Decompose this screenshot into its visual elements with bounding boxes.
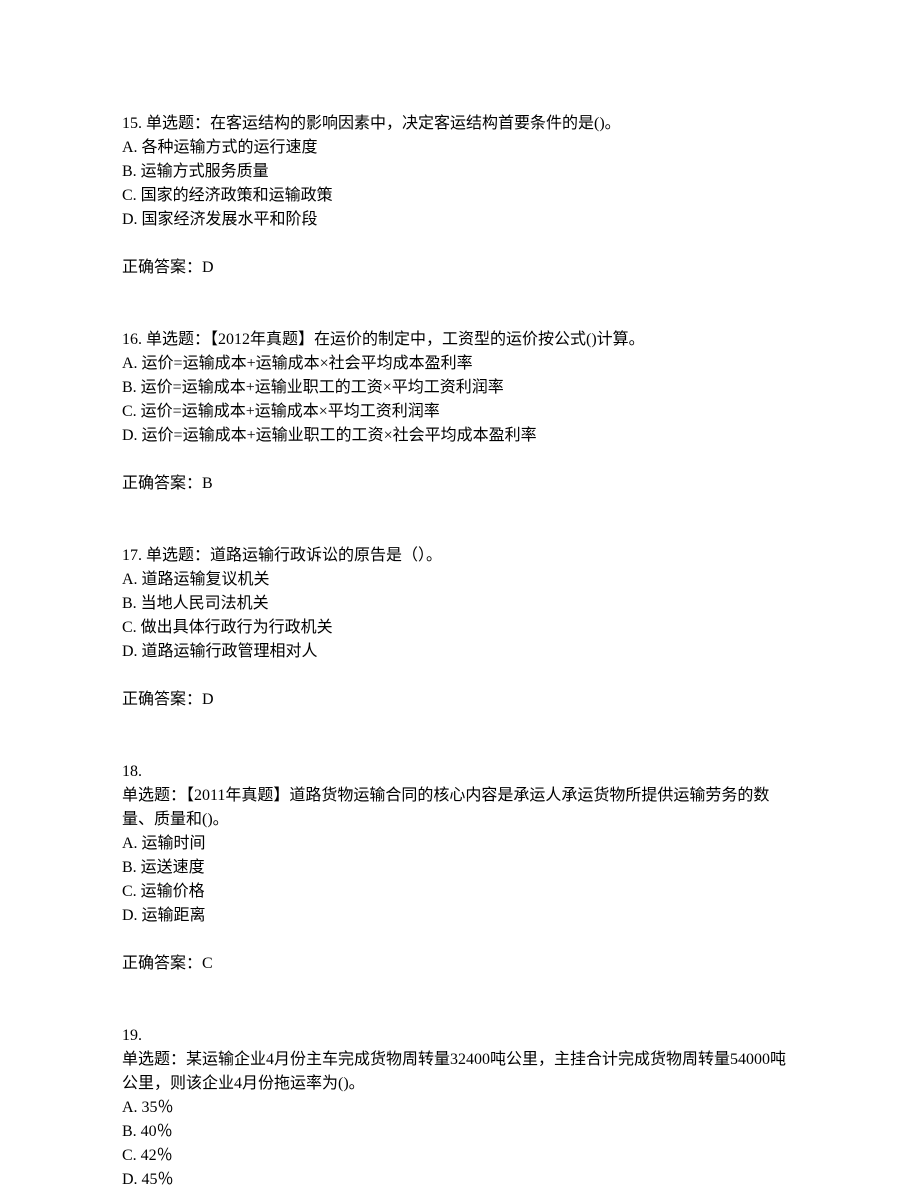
question-number: 18.	[122, 760, 798, 784]
option-d: D. 45％	[122, 1168, 798, 1192]
correct-answer: 正确答案：D	[122, 256, 798, 280]
correct-answer: 正确答案：C	[122, 952, 798, 976]
option-b: B. 运送速度	[122, 856, 798, 880]
correct-answer: 正确答案：B	[122, 472, 798, 496]
option-d: D. 国家经济发展水平和阶段	[122, 208, 798, 232]
option-c: C. 42％	[122, 1144, 798, 1168]
question-19: 19. 单选题：某运输企业4月份主车完成货物周转量32400吨公里，主挂合计完成…	[122, 1024, 798, 1192]
option-c: C. 做出具体行政行为行政机关	[122, 616, 798, 640]
question-text: 16. 单选题：【2012年真题】在运价的制定中，工资型的运价按公式()计算。	[122, 328, 798, 352]
correct-answer: 正确答案：D	[122, 688, 798, 712]
option-b: B. 40％	[122, 1120, 798, 1144]
option-a: A. 各种运输方式的运行速度	[122, 136, 798, 160]
option-c: C. 运输价格	[122, 880, 798, 904]
option-d: D. 运输距离	[122, 904, 798, 928]
question-15: 15. 单选题：在客运结构的影响因素中，决定客运结构首要条件的是()。 A. 各…	[122, 112, 798, 280]
question-text: 17. 单选题：道路运输行政诉讼的原告是（）。	[122, 544, 798, 568]
option-b: B. 运价=运输成本+运输业职工的工资×平均工资利润率	[122, 376, 798, 400]
option-a: A. 运输时间	[122, 832, 798, 856]
question-text: 单选题：【2011年真题】道路货物运输合同的核心内容是承运人承运货物所提供运输劳…	[122, 784, 798, 832]
option-c: C. 运价=运输成本+运输成本×平均工资利润率	[122, 400, 798, 424]
question-text: 15. 单选题：在客运结构的影响因素中，决定客运结构首要条件的是()。	[122, 112, 798, 136]
option-b: B. 当地人民司法机关	[122, 592, 798, 616]
question-text: 单选题：某运输企业4月份主车完成货物周转量32400吨公里，主挂合计完成货物周转…	[122, 1048, 798, 1096]
option-a: A. 道路运输复议机关	[122, 568, 798, 592]
question-16: 16. 单选题：【2012年真题】在运价的制定中，工资型的运价按公式()计算。 …	[122, 328, 798, 496]
option-b: B. 运输方式服务质量	[122, 160, 798, 184]
question-17: 17. 单选题：道路运输行政诉讼的原告是（）。 A. 道路运输复议机关 B. 当…	[122, 544, 798, 712]
option-a: A. 35％	[122, 1096, 798, 1120]
option-d: D. 运价=运输成本+运输业职工的工资×社会平均成本盈利率	[122, 424, 798, 448]
question-18: 18. 单选题：【2011年真题】道路货物运输合同的核心内容是承运人承运货物所提…	[122, 760, 798, 976]
option-c: C. 国家的经济政策和运输政策	[122, 184, 798, 208]
option-a: A. 运价=运输成本+运输成本×社会平均成本盈利率	[122, 352, 798, 376]
option-d: D. 道路运输行政管理相对人	[122, 640, 798, 664]
question-number: 19.	[122, 1024, 798, 1048]
